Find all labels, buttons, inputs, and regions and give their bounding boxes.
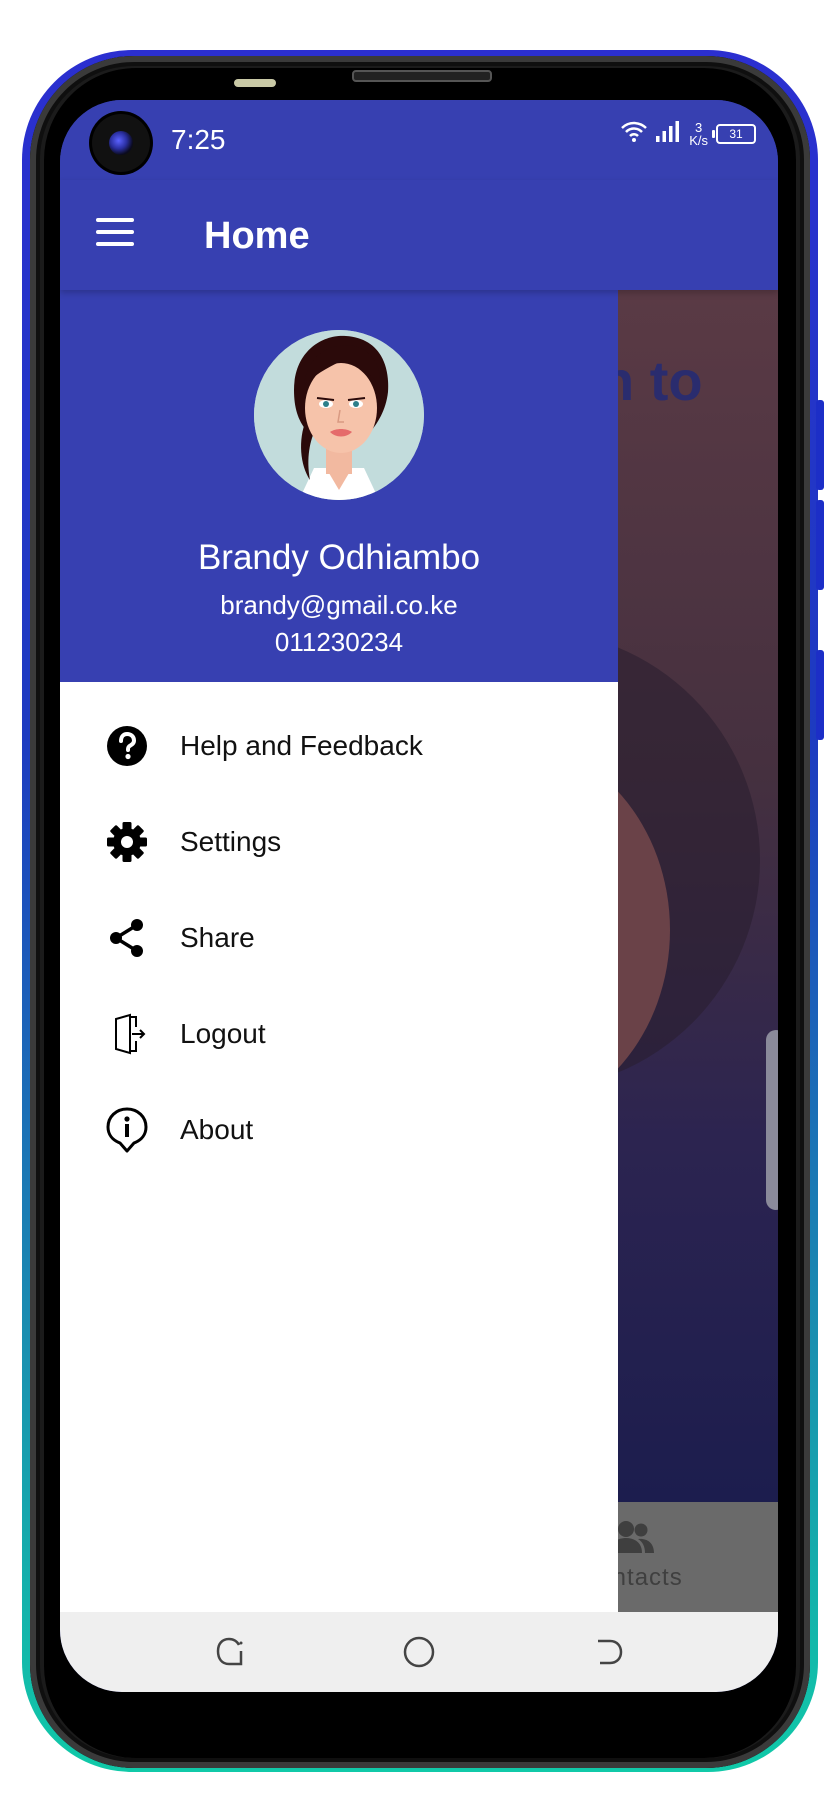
battery-level: 31 — [729, 126, 743, 141]
menu-item-help-feedback[interactable]: Help and Feedback — [60, 698, 618, 794]
proximity-sensor — [234, 79, 276, 87]
back-button[interactable] — [589, 1632, 629, 1672]
menu-item-logout[interactable]: Logout — [60, 986, 618, 1082]
page-title: Home — [204, 215, 310, 257]
navigation-drawer: Brandy Odhiambo brandy@gmail.co.ke 01123… — [60, 290, 618, 1612]
network-speed-unit: K/s — [689, 132, 708, 148]
menu-item-label: Logout — [180, 1018, 266, 1049]
battery-icon: 31 — [712, 123, 756, 144]
avatar[interactable] — [254, 330, 424, 500]
share-icon — [106, 917, 148, 959]
signal-icon — [655, 120, 681, 147]
scroll-handle — [766, 1030, 778, 1210]
front-camera — [92, 114, 150, 172]
wifi-icon — [621, 120, 648, 147]
system-navigation-bar — [60, 1612, 778, 1692]
menu-item-label: Help and Feedback — [180, 730, 423, 761]
drawer-menu: Help and Feedback Settings Share Logout … — [60, 682, 618, 1178]
screen: n to Contacts 7:25 3 K/s 31 Home Brandy … — [60, 100, 778, 1692]
power-button — [816, 650, 824, 740]
gear-icon — [106, 821, 148, 863]
menu-item-settings[interactable]: Settings — [60, 794, 618, 890]
menu-item-label: Share — [180, 922, 255, 953]
menu-item-share[interactable]: Share — [60, 890, 618, 986]
menu-icon[interactable] — [96, 218, 134, 248]
user-email: brandy@gmail.co.ke — [220, 590, 458, 620]
user-phone: 011230234 — [274, 627, 404, 657]
help-icon — [106, 725, 148, 767]
menu-item-label: Settings — [180, 826, 282, 857]
earpiece — [352, 70, 492, 82]
info-icon — [106, 1107, 148, 1153]
menu-item-about[interactable]: About — [60, 1082, 618, 1178]
user-name: Brandy Odhiambo — [197, 538, 481, 577]
app-bar: Home — [60, 180, 778, 290]
menu-item-label: About — [180, 1114, 254, 1145]
volume-down-button — [816, 500, 824, 590]
drawer-header: Brandy Odhiambo brandy@gmail.co.ke 01123… — [60, 290, 618, 682]
status-icons: 3 K/s 31 — [621, 120, 756, 147]
volume-up-button — [816, 400, 824, 490]
home-button[interactable] — [399, 1632, 439, 1672]
logout-icon — [106, 1013, 148, 1055]
network-speed: 3 K/s — [689, 121, 708, 147]
status-bar: 7:25 3 K/s 31 — [60, 100, 778, 180]
recent-apps-button[interactable] — [210, 1632, 250, 1672]
status-time: 7:25 — [171, 124, 226, 155]
